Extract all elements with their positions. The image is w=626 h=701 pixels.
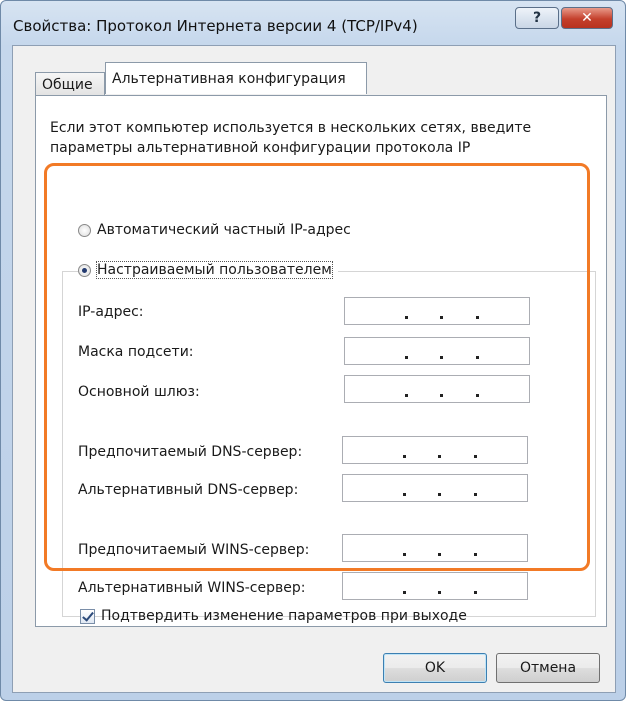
dialog-client-area: Общие Альтернативная конфигурация Если э…: [12, 45, 616, 693]
ip-dot: [405, 316, 409, 319]
close-icon: ✕: [581, 10, 593, 26]
ip-dot: [403, 455, 407, 458]
ip-dot: [440, 316, 444, 319]
preferred-wins-label: Предпочитаемый WINS-сервер:: [78, 542, 310, 558]
ip-dot: [475, 394, 479, 397]
window-title: Свойства: Протокол Интернета версии 4 (T…: [13, 17, 418, 35]
ip-address-label: IP-адрес:: [78, 304, 144, 320]
ok-button[interactable]: OK: [383, 653, 487, 683]
alternate-dns-label: Альтернативный DNS-сервер:: [78, 482, 299, 498]
help-icon: ?: [532, 10, 542, 26]
description-text: Если этот компьютер используется в неско…: [50, 120, 532, 156]
ip-dot: [475, 356, 479, 359]
preferred-wins-input[interactable]: [342, 534, 528, 562]
ip-dot: [405, 356, 409, 359]
ip-dot: [473, 553, 477, 556]
radio-user-configured[interactable]: Настраиваемый пользователем: [78, 261, 338, 279]
ip-dot: [440, 394, 444, 397]
tab-alternate-configuration[interactable]: Альтернативная конфигурация: [105, 62, 367, 94]
subnet-mask-input[interactable]: [344, 337, 530, 365]
default-gateway-label: Основной шлюз:: [78, 384, 200, 400]
ip-dot: [438, 591, 442, 594]
radio-user-label: Настраиваемый пользователем: [96, 261, 333, 279]
confirm-on-exit-checkbox[interactable]: Подтвердить изменение параметров при вых…: [80, 608, 467, 624]
radio-auto-indicator[interactable]: [78, 223, 91, 237]
ip-dot: [438, 553, 442, 556]
ip-dot: [473, 493, 477, 496]
ip-dot: [475, 316, 479, 319]
subnet-mask-label: Маска подсети:: [78, 344, 194, 360]
title-bar: Свойства: Протокол Интернета версии 4 (T…: [1, 1, 625, 51]
alternate-wins-input[interactable]: [342, 572, 528, 600]
default-gateway-input[interactable]: [344, 375, 530, 403]
checkbox-indicator[interactable]: [80, 608, 95, 624]
preferred-dns-input[interactable]: [342, 436, 528, 464]
alternate-wins-label: Альтернативный WINS-сервер:: [78, 580, 306, 596]
radio-user-indicator[interactable]: [78, 263, 91, 277]
ip-dot: [403, 591, 407, 594]
radio-auto-private-ip[interactable]: Автоматический частный IP-адрес: [78, 222, 351, 238]
ip-dot: [403, 553, 407, 556]
ip-dot: [438, 455, 442, 458]
cancel-button[interactable]: Отмена: [496, 653, 600, 683]
ip-dot: [403, 493, 407, 496]
tab-general[interactable]: Общие: [35, 72, 105, 96]
ip-dot: [438, 493, 442, 496]
confirm-on-exit-label: Подтвердить изменение параметров при вых…: [101, 608, 467, 624]
ip-dot: [405, 394, 409, 397]
ip-dot: [473, 591, 477, 594]
ip-address-input[interactable]: [344, 297, 530, 325]
ip-dot: [473, 455, 477, 458]
radio-auto-label: Автоматический частный IP-адрес: [97, 222, 351, 238]
tab-panel: Если этот компьютер используется в неско…: [35, 95, 607, 627]
ip-dot: [440, 356, 444, 359]
alternate-dns-input[interactable]: [342, 474, 528, 502]
close-button[interactable]: ✕: [561, 7, 613, 29]
properties-window: Свойства: Протокол Интернета версии 4 (T…: [0, 0, 626, 701]
help-button[interactable]: ?: [515, 7, 559, 29]
preferred-dns-label: Предпочитаемый DNS-сервер:: [78, 444, 303, 460]
